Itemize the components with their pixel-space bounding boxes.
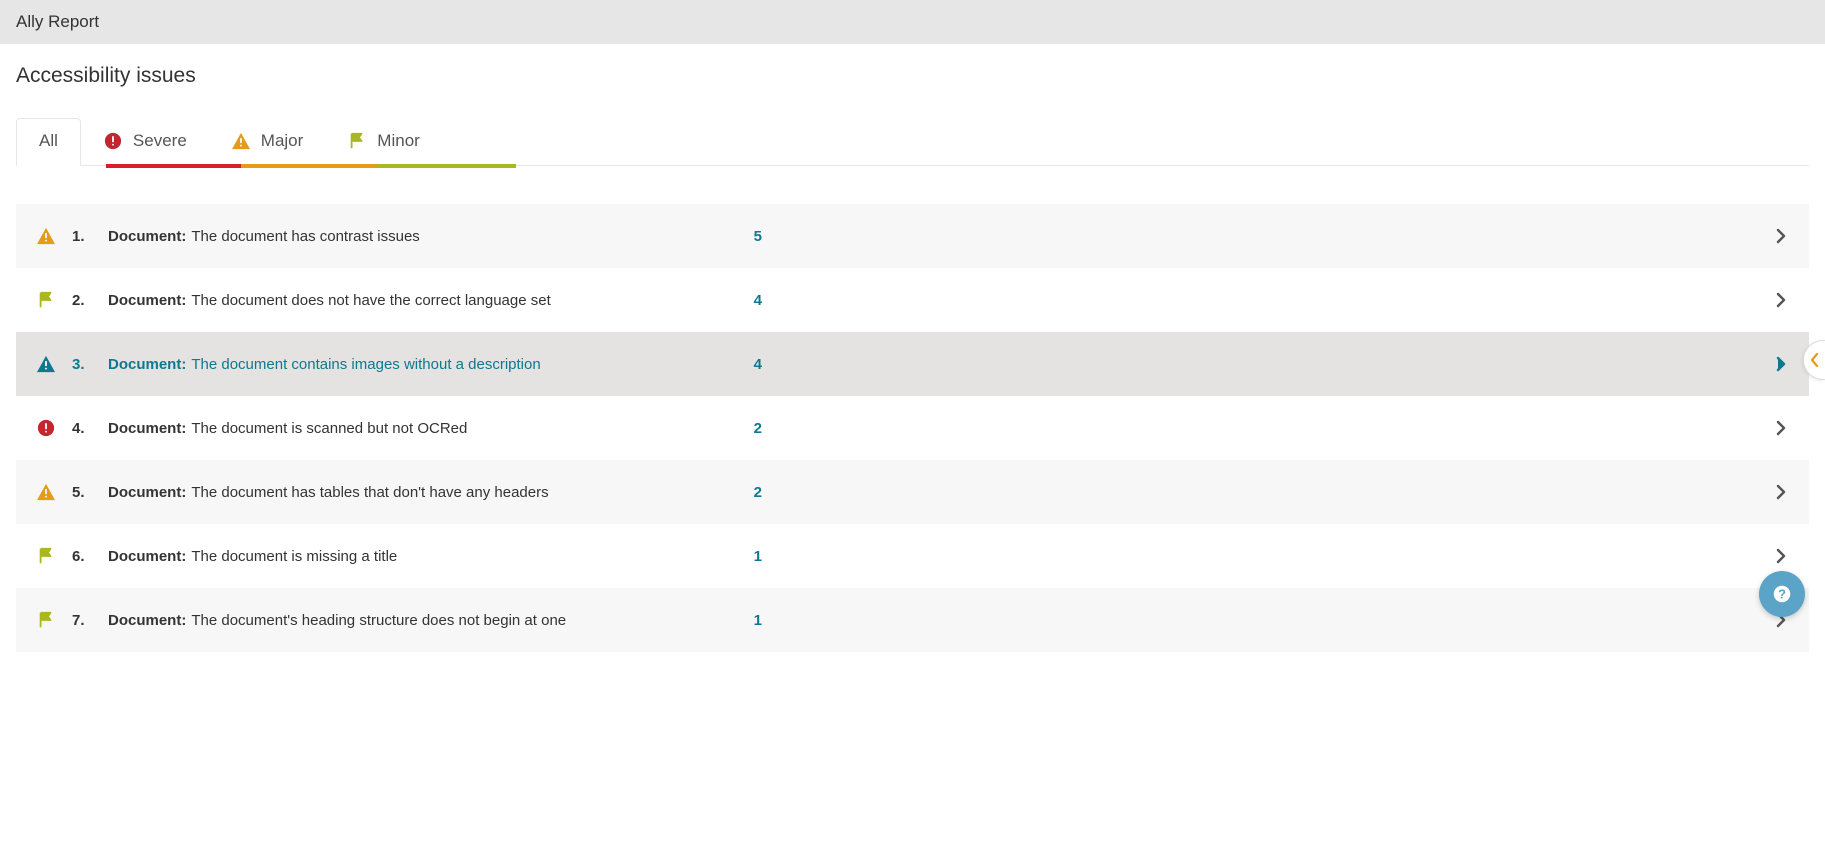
issue-row[interactable]: 1. Document: The document has contrast is… <box>16 204 1809 268</box>
issue-description: Document: The document is scanned but no… <box>108 420 708 437</box>
issues-list: 1. Document: The document has contrast is… <box>16 204 1809 652</box>
issue-number: 2. <box>72 292 94 309</box>
issue-text: The document does not have the correct l… <box>191 292 550 309</box>
tabs-container: All Severe Major Minor <box>16 118 1809 166</box>
tab-severe-label: Severe <box>133 131 187 151</box>
major-icon <box>34 483 58 501</box>
issue-number: 6. <box>72 548 94 565</box>
issue-description: Document: The document is missing a titl… <box>108 548 708 565</box>
issue-type-label: Document: <box>108 292 186 309</box>
issue-bar <box>796 290 1416 310</box>
issue-count: 2 <box>722 484 762 501</box>
issue-number: 7. <box>72 612 94 629</box>
issue-text: The document is missing a title <box>191 548 397 565</box>
issue-description: Document: The document has tables that d… <box>108 484 708 501</box>
chevron-right-icon <box>1771 356 1791 372</box>
issue-number: 4. <box>72 420 94 437</box>
issue-type-label: Document: <box>108 356 186 373</box>
issue-count: 1 <box>722 612 762 629</box>
tab-all-label: All <box>39 131 58 151</box>
page-title: Accessibility issues <box>16 64 1809 88</box>
tab-severe[interactable]: Severe <box>81 119 209 165</box>
issue-bar <box>796 610 1416 630</box>
severity-underline <box>106 164 516 168</box>
app-header: Ally Report <box>0 0 1825 44</box>
app-title: Ally Report <box>16 12 99 31</box>
issue-text: The document is scanned but not OCRed <box>191 420 467 437</box>
issue-count: 1 <box>722 548 762 565</box>
issue-row[interactable]: 6. Document: The document is missing a ti… <box>16 524 1809 588</box>
tab-minor[interactable]: Minor <box>325 119 442 165</box>
issue-description: Document: The document does not have the… <box>108 292 708 309</box>
major-icon <box>34 227 58 245</box>
issue-bar <box>796 546 1416 566</box>
issue-number: 5. <box>72 484 94 501</box>
issue-row[interactable]: 2. Document: The document does not have t… <box>16 268 1809 332</box>
issue-count: 5 <box>722 228 762 245</box>
chevron-right-icon <box>1771 228 1791 244</box>
tab-major[interactable]: Major <box>209 119 326 165</box>
minor-icon <box>34 547 58 565</box>
main-content: Accessibility issues All Severe Major <box>0 44 1825 652</box>
help-icon: ? <box>1771 583 1793 605</box>
issue-row[interactable]: 3. Document: The document contains images… <box>16 332 1809 396</box>
issue-bar <box>796 482 1416 502</box>
issue-text: The document contains images without a d… <box>191 356 540 373</box>
major-icon <box>231 131 251 151</box>
issue-row[interactable]: 7. Document: The document's heading struc… <box>16 588 1809 652</box>
minor-icon <box>34 291 58 309</box>
issue-bar <box>796 354 1416 374</box>
major-icon <box>34 355 58 373</box>
tabs: All Severe Major Minor <box>16 118 1809 166</box>
issue-row[interactable]: 4. Document: The document is scanned but … <box>16 396 1809 460</box>
tab-minor-label: Minor <box>377 131 420 151</box>
issue-text: The document has contrast issues <box>191 228 419 245</box>
issue-row[interactable]: 5. Document: The document has tables that… <box>16 460 1809 524</box>
help-button[interactable]: ? <box>1759 571 1805 617</box>
issue-number: 1. <box>72 228 94 245</box>
minor-icon <box>34 611 58 629</box>
severity-underline-major <box>241 164 376 168</box>
issue-type-label: Document: <box>108 228 186 245</box>
issue-count: 2 <box>722 420 762 437</box>
chevron-right-icon <box>1771 420 1791 436</box>
issue-count: 4 <box>722 292 762 309</box>
issue-description: Document: The document has contrast issu… <box>108 228 708 245</box>
issue-type-label: Document: <box>108 612 186 629</box>
chevron-right-icon <box>1771 484 1791 500</box>
chevron-right-icon <box>1771 292 1791 308</box>
issue-text: The document's heading structure does no… <box>191 612 566 629</box>
chevron-right-icon <box>1771 548 1791 564</box>
issue-bar <box>796 226 1416 246</box>
issue-text: The document has tables that don't have … <box>191 484 548 501</box>
tab-major-label: Major <box>261 131 304 151</box>
issue-type-label: Document: <box>108 484 186 501</box>
svg-text:?: ? <box>1778 587 1786 602</box>
issue-number: 3. <box>72 356 94 373</box>
minor-icon <box>347 131 367 151</box>
severe-icon <box>34 419 58 437</box>
issue-type-label: Document: <box>108 420 186 437</box>
issue-type-label: Document: <box>108 548 186 565</box>
issue-count: 4 <box>722 356 762 373</box>
severe-icon <box>103 131 123 151</box>
severity-underline-severe <box>106 164 241 168</box>
severity-underline-minor <box>377 164 516 168</box>
issue-description: Document: The document contains images w… <box>108 356 708 373</box>
issue-bar <box>796 418 1416 438</box>
issue-description: Document: The document's heading structu… <box>108 612 708 629</box>
tab-all[interactable]: All <box>16 118 81 166</box>
